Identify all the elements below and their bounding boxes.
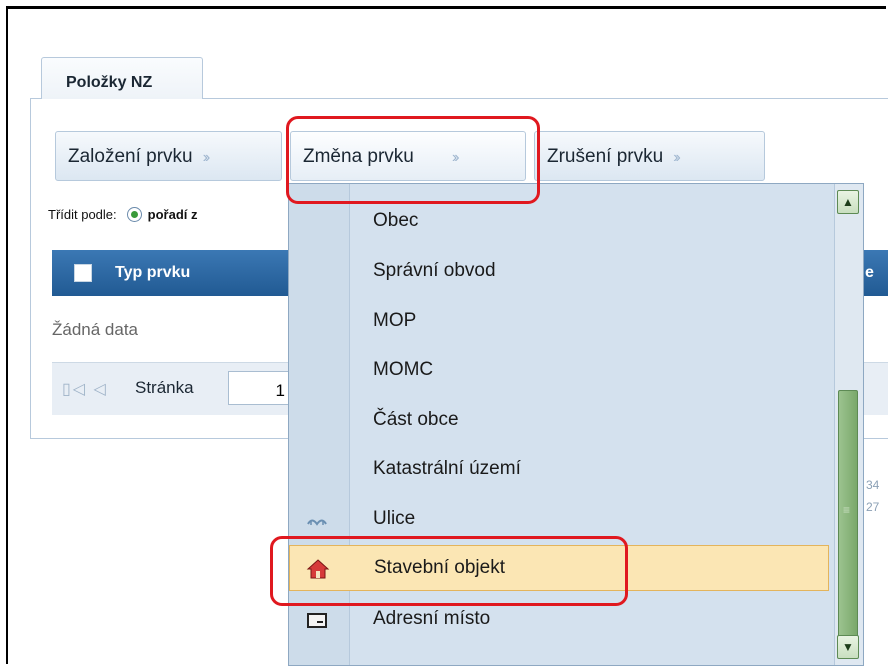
menu-item-label: MOP bbox=[373, 310, 417, 331]
menu-item-momc[interactable]: MOMC bbox=[289, 348, 829, 394]
address-plate-icon bbox=[307, 613, 327, 628]
grip-icon: ≡ bbox=[843, 503, 851, 517]
zruseni-prvku-label: Zrušení prvku bbox=[547, 146, 664, 167]
sort-radio[interactable] bbox=[126, 207, 142, 222]
page-number-input[interactable] bbox=[228, 371, 292, 405]
empty-table-message: Žádná data bbox=[52, 320, 139, 339]
menu-item-label: Ulice bbox=[373, 508, 416, 529]
sort-label: Třídit podle: bbox=[48, 207, 117, 222]
column-header-typ-prvku[interactable]: Typ prvku bbox=[115, 264, 190, 282]
tab-polozky-nz[interactable]: Položky NZ bbox=[41, 57, 203, 99]
select-all-checkbox[interactable] bbox=[74, 264, 92, 282]
menu-item-katastralni-uzemi[interactable]: Katastrální území bbox=[289, 447, 829, 493]
menu-item-obec[interactable]: Obec bbox=[289, 199, 829, 245]
menu-item-label: Správní obvod bbox=[373, 260, 496, 281]
menu-item-cast-obce[interactable]: Část obce bbox=[289, 398, 829, 444]
menu-item-label: Část obce bbox=[373, 409, 459, 430]
page-label: Stránka bbox=[135, 378, 194, 397]
column-header-partial[interactable]: e bbox=[865, 264, 874, 282]
sort-option-label: pořadí z bbox=[147, 207, 198, 222]
scroll-thumb[interactable]: ≡ bbox=[838, 390, 858, 642]
street-icon bbox=[307, 519, 327, 526]
double-chevron-icon: ›› bbox=[673, 149, 680, 166]
double-chevron-icon: ›› bbox=[202, 149, 210, 166]
side-text-fragment: 27 bbox=[866, 500, 880, 514]
menu-item-spravni-obvod[interactable]: Správní obvod bbox=[289, 249, 829, 295]
zalozeni-prvku-label: Založení prvku bbox=[68, 146, 193, 167]
menu-item-mop[interactable]: MOP bbox=[289, 299, 829, 345]
menu-item-label: Obec bbox=[373, 210, 419, 231]
zruseni-prvku-button[interactable]: Zrušení prvku ›› bbox=[534, 131, 765, 181]
menu-scrollbar[interactable]: ▲ ≡ ▼ bbox=[834, 184, 863, 665]
menu-item-label: MOMC bbox=[373, 359, 434, 380]
menu-item-label: Katastrální území bbox=[373, 458, 521, 479]
zalozeni-prvku-button[interactable]: Založení prvku ›› bbox=[55, 131, 282, 181]
sort-row: Třídit podle: pořadí z bbox=[48, 207, 198, 222]
tab-label: Položky NZ bbox=[66, 74, 153, 91]
scroll-up-button[interactable]: ▲ bbox=[837, 190, 859, 214]
side-text-fragment: 34 bbox=[866, 478, 880, 492]
highlight-outline-zmena-prvku bbox=[286, 116, 540, 204]
highlight-outline-stavebni-objekt bbox=[270, 536, 628, 606]
scroll-down-button[interactable]: ▼ bbox=[837, 635, 859, 659]
menu-item-label: Adresní místo bbox=[373, 608, 491, 629]
first-prev-page-icons[interactable]: ▯◁ ◁ bbox=[62, 379, 108, 399]
